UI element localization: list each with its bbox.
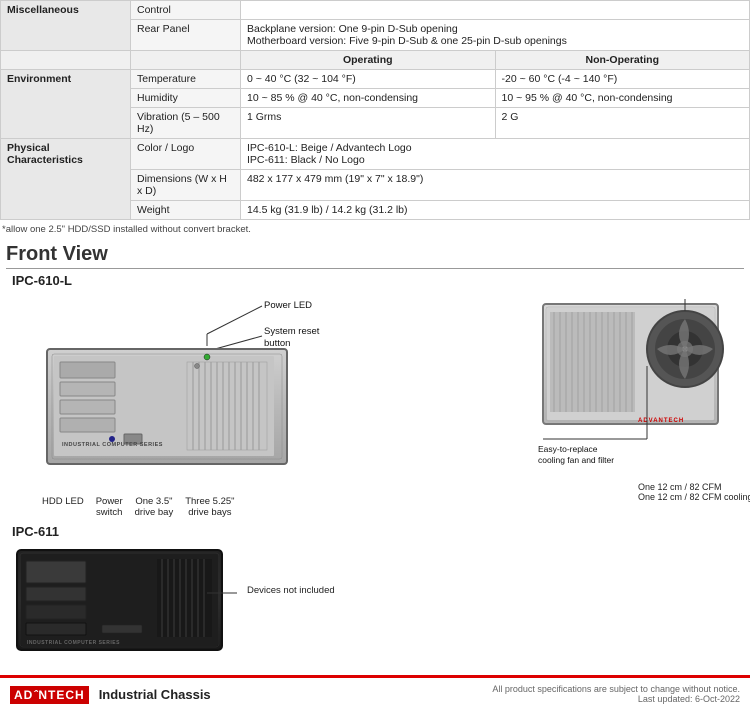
footer-left: ADˆNTECH Industrial Chassis: [10, 687, 211, 702]
dimensions-subcategory: Dimensions (W x H x D): [131, 170, 241, 201]
color-value: IPC-610-L: Beige / Advantech Logo IPC-61…: [241, 139, 750, 170]
svg-text:INDUSTRIAL COMPUTER SERIES: INDUSTRIAL COMPUTER SERIES: [27, 640, 120, 646]
temp-nonoperating: -20 ~ 60 °C (-4 ~ 140 °F): [495, 70, 750, 89]
nonoperating-header: Non-Operating: [495, 51, 750, 70]
ipc610-left-svg: INDUSTRIAL COMPUTER SERIES Power LED Sys…: [12, 294, 322, 489]
misc-category: Miscellaneous: [1, 1, 131, 51]
reset-button-label: System reset: [264, 326, 320, 337]
specs-table: Miscellaneous Control Rear Panel Backpla…: [0, 0, 750, 220]
dimensions-value: 482 x 177 x 479 mm (19" x 7" x 18.9"): [241, 170, 750, 201]
humidity-nonoperating: 10 ~ 95 % @ 40 °C, non-condensing: [495, 89, 750, 108]
weight-subcategory: Weight: [131, 201, 241, 220]
vibration-operating: 1 Grms: [241, 108, 496, 139]
ipc611-area: INDUSTRIAL COMPUTER SERIES Devices not i…: [6, 545, 744, 665]
temp-operating: 0 ~ 40 °C (32 ~ 104 °F): [241, 70, 496, 89]
env-category: Environment: [1, 70, 131, 139]
ipc610-left-diagram: INDUSTRIAL COMPUTER SERIES Power LED Sys…: [12, 294, 528, 518]
footer: ADˆNTECH Industrial Chassis All product …: [0, 675, 750, 710]
humidity-operating: 10 ~ 85 % @ 40 °C, non-condensing: [241, 89, 496, 108]
vibration-nonoperating: 2 G: [495, 108, 750, 139]
easy-replace-label: Easy-to-replace: [538, 444, 598, 454]
footer-date: Last updated: 6-Oct-2022: [638, 694, 740, 704]
drive-bay-35-label: One 3.5"drive bay: [135, 496, 174, 518]
rearpanel-subcategory: Rear Panel: [131, 20, 241, 51]
footer-logo: ADˆNTECH: [10, 687, 89, 702]
section-title: Front View: [6, 243, 744, 269]
ipc610-model-label: IPC-610-L: [12, 273, 744, 288]
svg-text:ADVANTECH: ADVANTECH: [638, 418, 684, 424]
footer-note: All product specifications are subject t…: [492, 684, 740, 694]
control-value: [241, 1, 750, 20]
control-subcategory: Control: [131, 1, 241, 20]
ipc611-svg: INDUSTRIAL COMPUTER SERIES: [12, 545, 242, 665]
footer-title: Industrial Chassis: [99, 687, 211, 702]
power-led-label: Power LED: [264, 300, 312, 311]
weight-value: 14.5 kg (31.9 lb) / 14.2 kg (31.2 lb): [241, 201, 750, 220]
ipc610-right-svg: ADVANTECH Easy-to-replace cooling fan an…: [538, 294, 738, 489]
operating-header: Operating: [241, 51, 496, 70]
rearpanel-value: Backplane version: One 9-pin D-Sub openi…: [241, 20, 750, 51]
physical-category: Physical Characteristics: [1, 139, 131, 220]
ipc611-model-label: IPC-611: [12, 524, 744, 539]
ipc610-right-diagram: ADVANTECH Easy-to-replace cooling fan an…: [538, 294, 738, 518]
drive-bay-525-label: Three 5.25"drive bays: [185, 496, 234, 518]
power-switch-label: Powerswitch: [96, 496, 123, 518]
footnote: *allow one 2.5" HDD/SSD installed withou…: [0, 224, 750, 235]
ipc610-bottom-labels: HDD LED Powerswitch One 3.5"drive bay Th…: [12, 496, 528, 518]
humidity-subcategory: Humidity: [131, 89, 241, 108]
fan-12cm-text: One 12 cm / 82 CFM cooling fan: [638, 492, 750, 502]
svg-text:INDUSTRIAL COMPUTER SERIES: INDUSTRIAL COMPUTER SERIES: [62, 442, 163, 448]
svg-text:cooling fan and filter: cooling fan and filter: [538, 455, 614, 465]
hdd-led-label: HDD LED: [42, 496, 84, 507]
svg-text:button: button: [264, 338, 290, 349]
vibration-subcategory: Vibration (5 – 500 Hz): [131, 108, 241, 139]
temp-subcategory: Temperature: [131, 70, 241, 89]
color-subcategory: Color / Logo: [131, 139, 241, 170]
